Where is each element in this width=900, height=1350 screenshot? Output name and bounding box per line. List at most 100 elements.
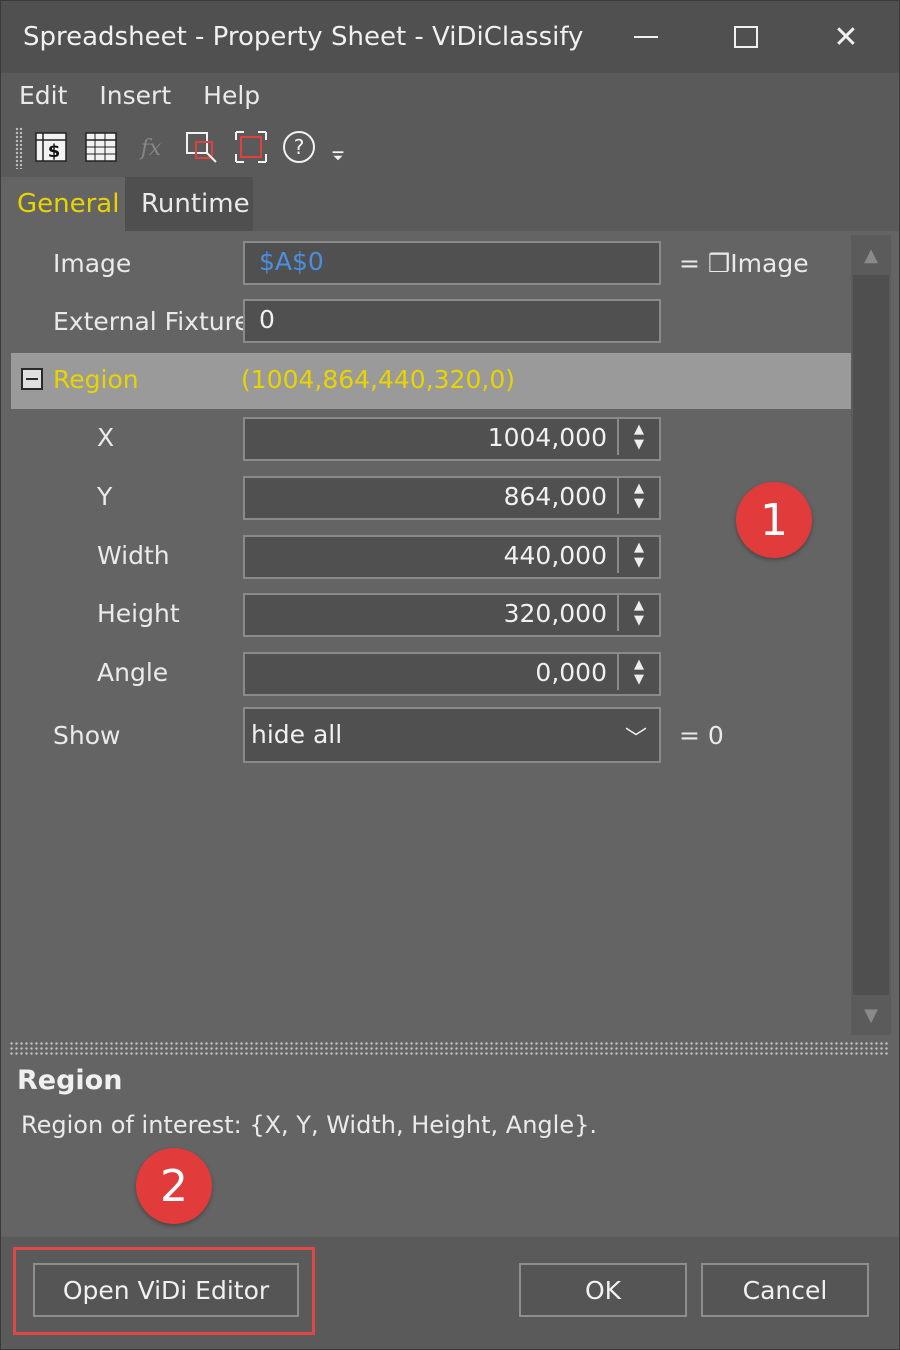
angle-value: 0,000 (535, 658, 607, 687)
property-label: Image (53, 249, 132, 278)
dialog-footer: Open ViDi Editor OK Cancel (1, 1237, 899, 1349)
property-label: Width (97, 541, 170, 570)
menu-insert[interactable]: Insert (99, 81, 171, 110)
x-stepper[interactable]: 1004,000 ▲ ▼ (243, 417, 661, 461)
scroll-up-icon[interactable]: ▲ (851, 235, 891, 275)
spin-down-icon[interactable]: ▼ (634, 496, 644, 511)
annotation-callout-2: 2 (136, 1148, 212, 1224)
show-dropdown[interactable]: hide all ﹀ (243, 707, 661, 763)
property-label: Angle (97, 658, 169, 687)
menu-help[interactable]: Help (203, 81, 260, 110)
absolute-reference-button[interactable]: $ (31, 127, 71, 167)
height-spin-buttons[interactable]: ▲ ▼ (617, 595, 659, 631)
spin-down-icon[interactable]: ▼ (634, 672, 644, 687)
toolbar: $ fx ? (1, 117, 899, 177)
property-row-region[interactable]: Region (1004,864,440,320,0) (11, 353, 851, 409)
scroll-down-icon[interactable]: ▼ (851, 995, 891, 1035)
select-region-button[interactable] (181, 127, 221, 167)
property-row-external-fixture: External Fixture 0 (11, 299, 851, 345)
property-label: Y (97, 482, 113, 511)
external-fixture-value: 0 (259, 305, 275, 334)
chevron-down-icon: ﹀ (624, 727, 647, 752)
insert-table-button[interactable] (81, 127, 121, 167)
help-icon: ? (283, 131, 315, 163)
height-stepper[interactable]: 320,000 ▲ ▼ (243, 593, 661, 637)
minimize-icon (634, 36, 658, 38)
width-value: 440,000 (503, 541, 607, 570)
menu-edit[interactable]: Edit (19, 81, 67, 110)
cancel-button[interactable]: Cancel (701, 1263, 869, 1317)
tab-strip: General Runtime (1, 177, 899, 231)
ok-button[interactable]: OK (519, 1263, 687, 1317)
external-fixture-input[interactable]: 0 (243, 299, 661, 343)
property-row-height: Height 320,000 ▲ ▼ (11, 593, 851, 637)
image-result: = ❒Image (679, 249, 809, 278)
show-result: = 0 (679, 721, 724, 750)
angle-spin-buttons[interactable]: ▲ ▼ (617, 654, 659, 690)
spin-up-icon[interactable]: ▲ (634, 540, 644, 555)
property-label: Height (97, 599, 180, 628)
help-button[interactable]: ? (279, 127, 319, 167)
description-text: Region of interest: {X, Y, Width, Height… (21, 1111, 597, 1139)
y-spin-buttons[interactable]: ▲ ▼ (617, 478, 659, 514)
height-value: 320,000 (503, 599, 607, 628)
svg-text:?: ? (294, 135, 305, 159)
function-icon: fx (139, 136, 162, 161)
image-input[interactable]: $A$0 (243, 241, 661, 285)
property-sheet-window: Spreadsheet - Property Sheet - ViDiClass… (0, 0, 900, 1350)
svg-text:fx: fx (139, 136, 162, 161)
spin-up-icon[interactable]: ▲ (634, 598, 644, 613)
property-row-image: Image $A$0 = ❒Image (11, 241, 851, 287)
window-title: Spreadsheet - Property Sheet - ViDiClass… (23, 22, 584, 52)
insert-function-button[interactable]: fx (131, 127, 171, 167)
spin-down-icon[interactable]: ▼ (634, 555, 644, 570)
property-row-angle: Angle 0,000 ▲ ▼ (11, 652, 851, 696)
region-fit-icon (235, 131, 267, 163)
spin-down-icon[interactable]: ▼ (634, 437, 644, 452)
x-value: 1004,000 (487, 423, 607, 452)
tab-general[interactable]: General (1, 177, 125, 231)
spreadsheet-dollar-icon: $ (35, 132, 67, 162)
description-splitter[interactable] (9, 1041, 889, 1055)
description-title: Region (17, 1065, 123, 1096)
tab-runtime[interactable]: Runtime (125, 177, 253, 231)
spin-up-icon[interactable]: ▲ (634, 481, 644, 496)
angle-stepper[interactable]: 0,000 ▲ ▼ (243, 652, 661, 696)
show-value: hide all (251, 720, 343, 749)
collapse-icon[interactable] (21, 368, 43, 390)
region-value: (1004,864,440,320,0) (241, 365, 515, 394)
y-stepper[interactable]: 864,000 ▲ ▼ (243, 476, 661, 520)
title-bar: Spreadsheet - Property Sheet - ViDiClass… (1, 1, 899, 73)
property-row-x: X 1004,000 ▲ ▼ (11, 417, 851, 461)
region-label: Region (53, 365, 139, 394)
property-grid-scrollbar[interactable]: ▲ ▼ (851, 235, 891, 1035)
maximize-icon (734, 26, 758, 48)
scroll-track[interactable] (853, 275, 889, 995)
property-label: Show (53, 721, 121, 750)
spin-up-icon[interactable]: ▲ (634, 422, 644, 437)
spin-up-icon[interactable]: ▲ (634, 657, 644, 672)
region-select-icon (186, 132, 217, 163)
property-label: External Fixture (53, 307, 250, 336)
annotation-callout-1: 1 (736, 482, 812, 558)
spin-down-icon[interactable]: ▼ (634, 613, 644, 628)
property-label: X (97, 423, 115, 452)
menu-bar: Edit Insert Help (1, 73, 899, 117)
toolbar-overflow-button[interactable] (323, 139, 353, 169)
property-row-show: Show hide all ﹀ = 0 (11, 707, 851, 763)
svg-text:$: $ (48, 141, 61, 162)
width-spin-buttons[interactable]: ▲ ▼ (617, 537, 659, 573)
fit-region-button[interactable] (231, 127, 271, 167)
toolbar-grip[interactable] (15, 127, 23, 169)
open-vidi-editor-button[interactable]: Open ViDi Editor (33, 1263, 299, 1317)
table-icon (85, 132, 117, 162)
width-stepper[interactable]: 440,000 ▲ ▼ (243, 535, 661, 579)
y-value: 864,000 (503, 482, 607, 511)
close-icon: ✕ (833, 19, 859, 55)
property-row-y: Y 864,000 ▲ ▼ (11, 476, 851, 520)
image-value: $A$0 (259, 247, 324, 276)
maximize-button[interactable] (701, 1, 791, 73)
close-button[interactable]: ✕ (801, 1, 891, 73)
x-spin-buttons[interactable]: ▲ ▼ (617, 419, 659, 455)
minimize-button[interactable] (601, 1, 691, 73)
